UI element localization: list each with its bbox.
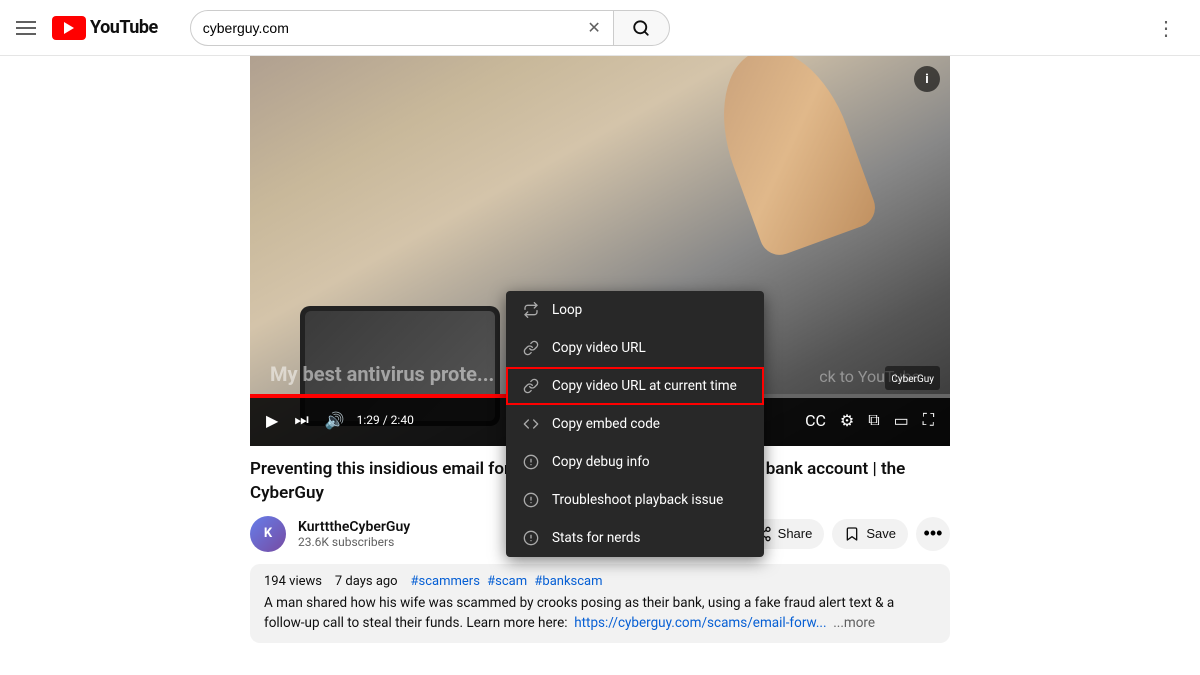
miniplayer-button[interactable]: ⧉	[864, 410, 883, 430]
menu-item-stats[interactable]: Stats for nerds	[506, 519, 764, 557]
video-watermark: CyberGuy	[885, 366, 940, 390]
video-container: My best antivirus prote... ck to YouTube…	[250, 56, 950, 446]
menu-item-stats-label: Stats for nerds	[552, 530, 640, 546]
header: YouTube ✕ ⋮	[0, 0, 1200, 56]
tag-scam[interactable]: #scam	[487, 574, 527, 589]
menu-item-copy-url[interactable]: Copy video URL	[506, 329, 764, 367]
search-clear-icon[interactable]: ✕	[587, 18, 600, 37]
menu-item-troubleshoot-label: Troubleshoot playback issue	[552, 492, 723, 508]
video-overlay-text: My best antivirus prote...	[270, 362, 494, 386]
channel-info: KurtttheCyberGuy 23.6K subscribers	[298, 519, 516, 549]
main-content: My best antivirus prote... ck to YouTube…	[0, 56, 1200, 643]
header-more-icon[interactable]: ⋮	[1148, 12, 1184, 44]
play-button[interactable]: ▶	[262, 411, 282, 430]
volume-button[interactable]: 🔊	[321, 411, 349, 430]
menu-item-copy-embed-label: Copy embed code	[552, 416, 660, 432]
theater-button[interactable]: ▭	[890, 411, 913, 430]
link-icon-2	[522, 377, 540, 395]
time-display: 1:29 / 2:40	[357, 413, 414, 427]
description-text: A man shared how his wife was scammed by…	[264, 593, 936, 634]
search-box: ✕	[190, 10, 614, 46]
troubleshoot-icon	[522, 491, 540, 509]
menu-item-troubleshoot[interactable]: Troubleshoot playback issue	[506, 481, 764, 519]
hamburger-menu[interactable]	[16, 21, 36, 35]
stats-icon	[522, 529, 540, 547]
stats-box: 194 views 7 days ago #scammers #scam #ba…	[250, 564, 950, 644]
youtube-logo-icon	[52, 16, 86, 40]
save-button[interactable]: Save	[832, 519, 908, 549]
avatar-initials: K	[264, 526, 272, 541]
stats-row: 194 views 7 days ago #scammers #scam #ba…	[264, 574, 936, 589]
more-link[interactable]: ...more	[833, 615, 875, 631]
search-button[interactable]	[614, 10, 670, 46]
header-right: ⋮	[1148, 12, 1184, 44]
youtube-logo[interactable]: YouTube	[52, 16, 158, 40]
menu-item-copy-debug[interactable]: Copy debug info	[506, 443, 764, 481]
menu-item-loop[interactable]: Loop	[506, 291, 764, 329]
post-date: 7 days ago	[335, 574, 398, 589]
search-input[interactable]	[203, 20, 588, 36]
share-label: Share	[778, 526, 813, 541]
menu-item-copy-debug-label: Copy debug info	[552, 454, 650, 470]
avatar: K	[250, 516, 286, 552]
subtitles-button[interactable]: CC	[801, 411, 830, 430]
watermark-text: CyberGuy	[891, 374, 934, 385]
subscriber-count: 23.6K subscribers	[298, 535, 516, 549]
tag-bankscam[interactable]: #bankscam	[534, 574, 602, 589]
description-link[interactable]: https://cyberguy.com/scams/email-forw...	[574, 615, 826, 631]
loop-icon	[522, 301, 540, 319]
view-count: 194 views	[264, 574, 322, 589]
menu-item-copy-url-time-label: Copy video URL at current time	[552, 378, 737, 394]
search-icon	[632, 19, 650, 37]
channel-name[interactable]: KurtttheCyberGuy	[298, 519, 516, 535]
context-menu: Loop Copy video URL Copy video URL at cu…	[506, 291, 764, 557]
tag-scammers[interactable]: #scammers	[411, 574, 480, 589]
link-icon-1	[522, 339, 540, 357]
finger-decoration	[699, 56, 880, 260]
menu-item-loop-label: Loop	[552, 302, 582, 318]
menu-item-copy-url-time[interactable]: Copy video URL at current time	[506, 367, 764, 405]
control-right: CC ⚙ ⧉ ▭ ⛶	[801, 410, 938, 430]
skip-button[interactable]: ⏭	[290, 410, 312, 430]
search-container: ✕	[190, 10, 670, 46]
more-actions-button[interactable]: •••	[916, 517, 950, 551]
debug-icon	[522, 453, 540, 471]
settings-button[interactable]: ⚙	[836, 411, 858, 430]
embed-icon	[522, 415, 540, 433]
menu-item-copy-embed[interactable]: Copy embed code	[506, 405, 764, 443]
youtube-logo-text: YouTube	[90, 17, 158, 38]
save-label: Save	[866, 526, 896, 541]
save-icon	[844, 526, 860, 542]
fullscreen-button[interactable]: ⛶	[919, 410, 938, 430]
video-info-button[interactable]: i	[914, 66, 940, 92]
menu-item-copy-url-label: Copy video URL	[552, 340, 646, 356]
